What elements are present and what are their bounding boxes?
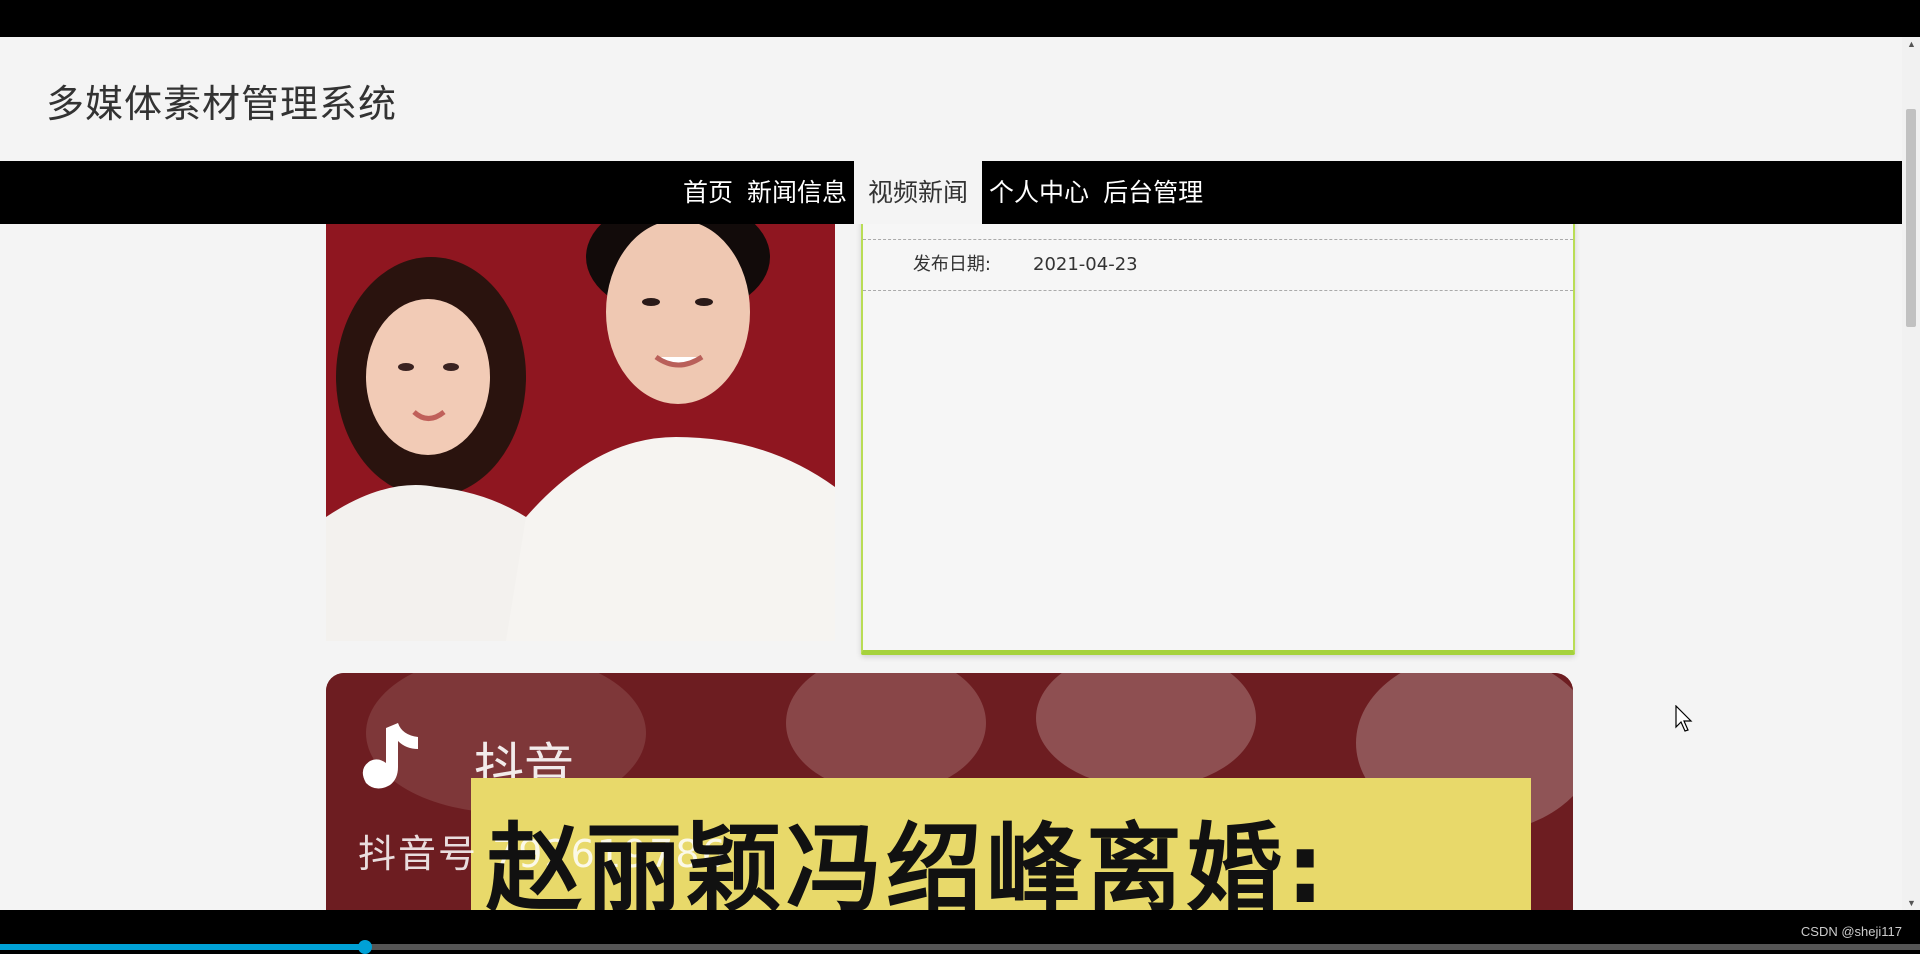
video-progress-knob[interactable]: [357, 940, 372, 954]
publish-date-label: 发布日期:: [912, 254, 991, 275]
video-progress-fill: [0, 944, 365, 950]
csdn-watermark: CSDN @sheji117: [1800, 924, 1902, 939]
nav-item-2[interactable]: 视频新闻: [854, 161, 983, 224]
nav-item-1[interactable]: 新闻信息: [740, 161, 854, 224]
mouse-cursor-icon: [1675, 705, 1693, 732]
video-player[interactable]: 抖音 抖音号 792619786 赵丽颖冯绍峰离婚:: [326, 673, 1573, 910]
page-scrollbar[interactable]: ▲ ▼: [1902, 37, 1920, 910]
douyin-id-prefix: 抖音号: [358, 832, 479, 876]
news-detail-card: 来源: 来源1 发布日期: 2021-04-23: [861, 187, 1575, 655]
site-header: 多媒体素材管理系统: [0, 37, 1902, 161]
scroll-thumb[interactable]: [1906, 109, 1916, 327]
main-nav: 首页 新闻信息 视频新闻 个人中心 后台管理: [0, 161, 1902, 224]
nav-item-3[interactable]: 个人中心: [982, 161, 1096, 224]
scroll-up-icon[interactable]: ▲: [1907, 39, 1916, 49]
video-caption: 赵丽颖冯绍峰离婚:: [486, 813, 1329, 910]
nav-item-4[interactable]: 后台管理: [1096, 161, 1210, 224]
video-progress-bar[interactable]: [0, 940, 1920, 954]
publish-date-value: 2021-04-23: [1033, 254, 1138, 275]
detail-row-publish-date: 发布日期: 2021-04-23: [863, 240, 1573, 291]
site-title: 多媒体素材管理系统: [46, 82, 398, 126]
news-cover-image: [326, 187, 835, 641]
nav-list: 首页 新闻信息 视频新闻 个人中心 后台管理: [676, 161, 1210, 224]
scroll-down-icon[interactable]: ▼: [1907, 898, 1916, 908]
page: 多媒体素材管理系统 首页 新闻信息 视频新闻 个人中心 后台管理 发布日期: 2…: [0, 37, 1902, 910]
nav-item-0[interactable]: 首页: [676, 161, 740, 224]
